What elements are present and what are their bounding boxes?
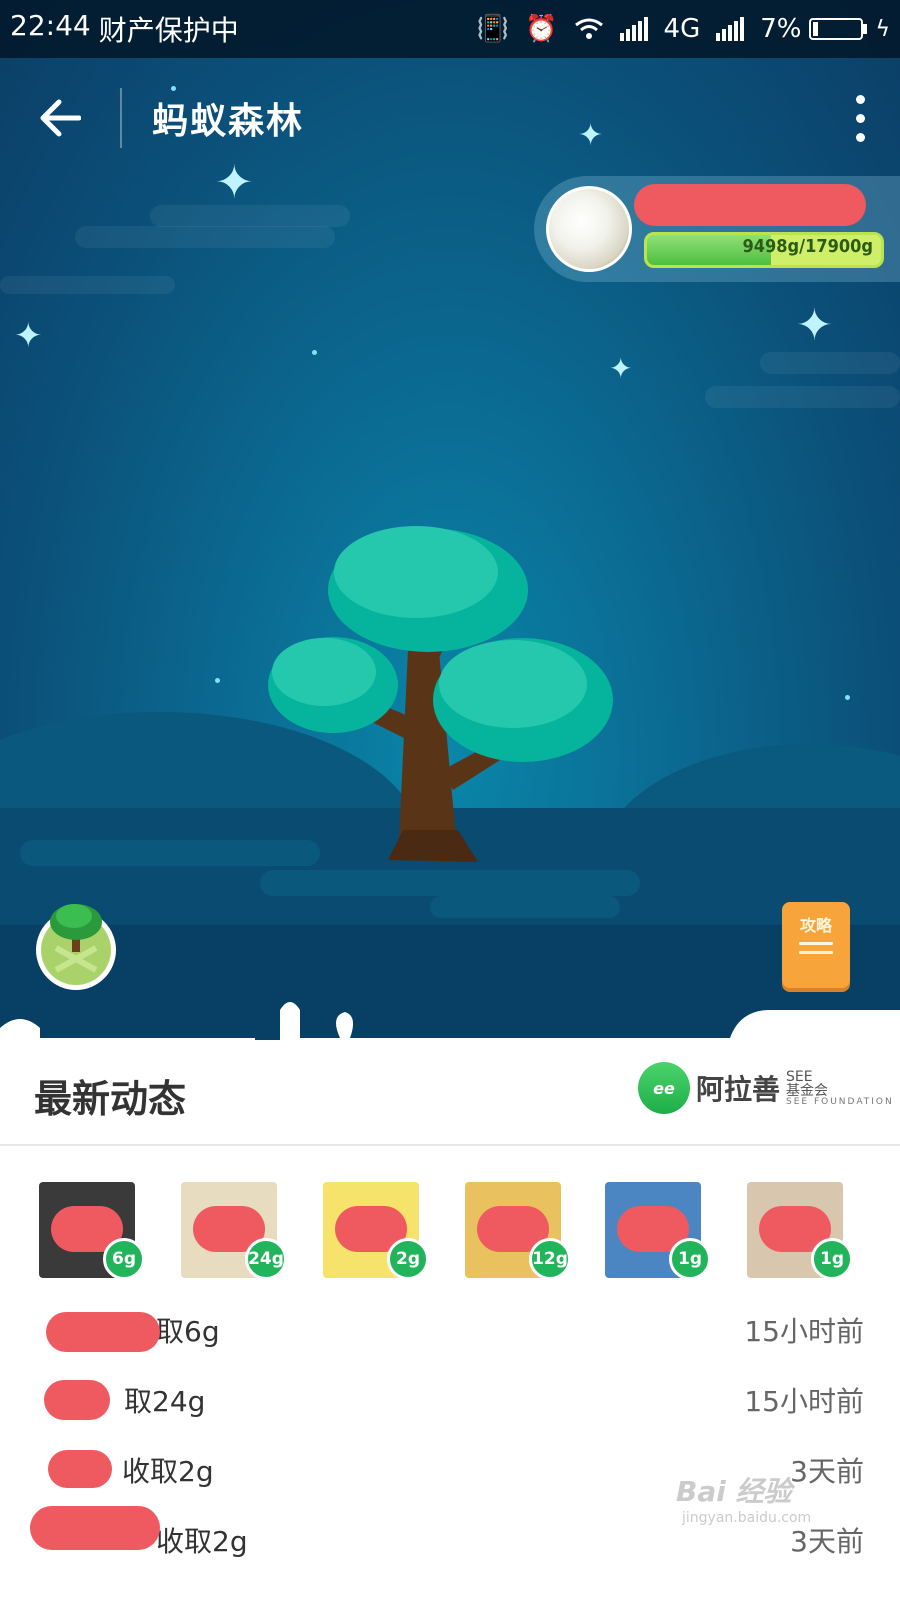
see-logo-icon: ee: [638, 1062, 690, 1114]
star-icon: ✦: [14, 316, 43, 356]
alarm-icon: ⏰: [525, 14, 558, 44]
energy-progress-bar: 9498g/17900g: [644, 232, 884, 268]
section-title: 最新动态: [34, 1077, 187, 1121]
guide-line: [799, 942, 833, 945]
energy-amount-badge: 2g: [387, 1238, 429, 1280]
friend-list: 6g 24g 2g 12g 1g 1g: [0, 1180, 900, 1290]
activity-text: 取6g: [156, 1315, 220, 1348]
star-dot: [845, 695, 850, 700]
charging-icon: ϟ: [875, 16, 890, 42]
header-divider: [120, 88, 122, 148]
divider: [0, 1144, 900, 1146]
my-forest-icon[interactable]: [34, 898, 118, 996]
status-bar: 22:44 财产保护中 📳 ⏰ 4G 7% ϟ: [0, 0, 900, 58]
battery-percent: 7%: [760, 14, 802, 44]
guide-label: 攻略: [799, 916, 832, 935]
energy-text: 9498g/17900g: [742, 236, 873, 257]
energy-amount-badge: 6g: [103, 1238, 145, 1280]
activity-time: 15小时前: [744, 1315, 864, 1348]
guide-line: [799, 951, 833, 954]
ground-stripe: [430, 896, 620, 918]
energy-amount-badge: 1g: [669, 1238, 711, 1280]
wifi-icon: [574, 18, 603, 39]
energy-amount-badge: 1g: [811, 1238, 853, 1280]
cloud: [705, 386, 900, 408]
more-button[interactable]: [820, 58, 900, 178]
redacted-username: [634, 184, 866, 226]
logo-english: SEE 基金会 SEE FOUNDATION: [786, 1068, 894, 1107]
energy-amount-badge: 24g: [245, 1238, 287, 1280]
star-icon: ✦: [609, 352, 633, 385]
network-type: 4G: [663, 14, 701, 44]
friend-avatar[interactable]: 6g: [39, 1182, 145, 1280]
watermark-main: Bai 经验: [676, 1475, 792, 1508]
watermark-sub: jingyan.baidu.com: [682, 1510, 812, 1526]
cloud: [760, 352, 900, 374]
friend-avatar[interactable]: 12g: [465, 1182, 571, 1280]
energy-amount-badge: 12g: [529, 1238, 571, 1280]
battery-icon: [809, 18, 864, 40]
app-header: 蚂蚁森林: [0, 58, 900, 178]
friend-avatar[interactable]: 24g: [181, 1182, 287, 1280]
activity-row: 取6g 15小时前: [36, 1300, 864, 1360]
guide-button[interactable]: 攻略: [782, 902, 850, 988]
forest-scene: ✦ ✦ ✦ ✦ ✦ 攻略 22:44 财产保护中 📳 ⏰ 4G 7% ϟ 蚂蚁森…: [0, 0, 900, 1080]
redacted-name: [48, 1450, 112, 1488]
redacted-name: [46, 1312, 160, 1352]
activity-text: 收取2g: [156, 1525, 248, 1558]
logo-chinese: 阿拉善: [696, 1073, 781, 1106]
activity-text: 取24g: [124, 1385, 206, 1418]
signal-icon: [619, 17, 648, 41]
tree-illustration: [268, 526, 613, 862]
page-title: 蚂蚁森林: [152, 101, 305, 142]
signal-icon: [716, 17, 745, 41]
more-vertical-icon: [855, 94, 865, 104]
avatar[interactable]: [546, 186, 632, 272]
redacted-name: [44, 1380, 110, 1420]
cloud: [75, 226, 335, 248]
status-text: 财产保护中: [98, 14, 239, 47]
arrow-left-icon: [40, 99, 81, 137]
status-time: 22:44: [10, 9, 91, 42]
friend-avatar[interactable]: 1g: [747, 1182, 853, 1280]
star-dot: [215, 678, 220, 683]
partner-logo: ee 阿拉善 SEE 基金会 SEE FOUNDATION: [638, 1062, 894, 1114]
battery: 7% ϟ: [760, 14, 890, 44]
activity-time: 15小时前: [744, 1385, 864, 1418]
activity-time: 3天前: [790, 1525, 864, 1558]
friend-avatar[interactable]: 1g: [605, 1182, 711, 1280]
back-button[interactable]: [0, 58, 120, 178]
battery-cap: [863, 24, 868, 34]
cloud: [0, 276, 175, 294]
friend-avatar[interactable]: 2g: [323, 1182, 429, 1280]
redacted-name: [30, 1506, 160, 1550]
watermark: Bai 经验 jingyan.baidu.com: [676, 1470, 811, 1526]
activity-text: 收取2g: [122, 1455, 214, 1488]
star-dot: [312, 350, 317, 355]
vibrate-off-icon: 📳: [476, 14, 510, 44]
star-icon: ✦: [796, 300, 833, 351]
user-energy-card[interactable]: 9498g/17900g: [534, 176, 900, 282]
activity-row: 取24g 15小时前: [36, 1370, 864, 1430]
